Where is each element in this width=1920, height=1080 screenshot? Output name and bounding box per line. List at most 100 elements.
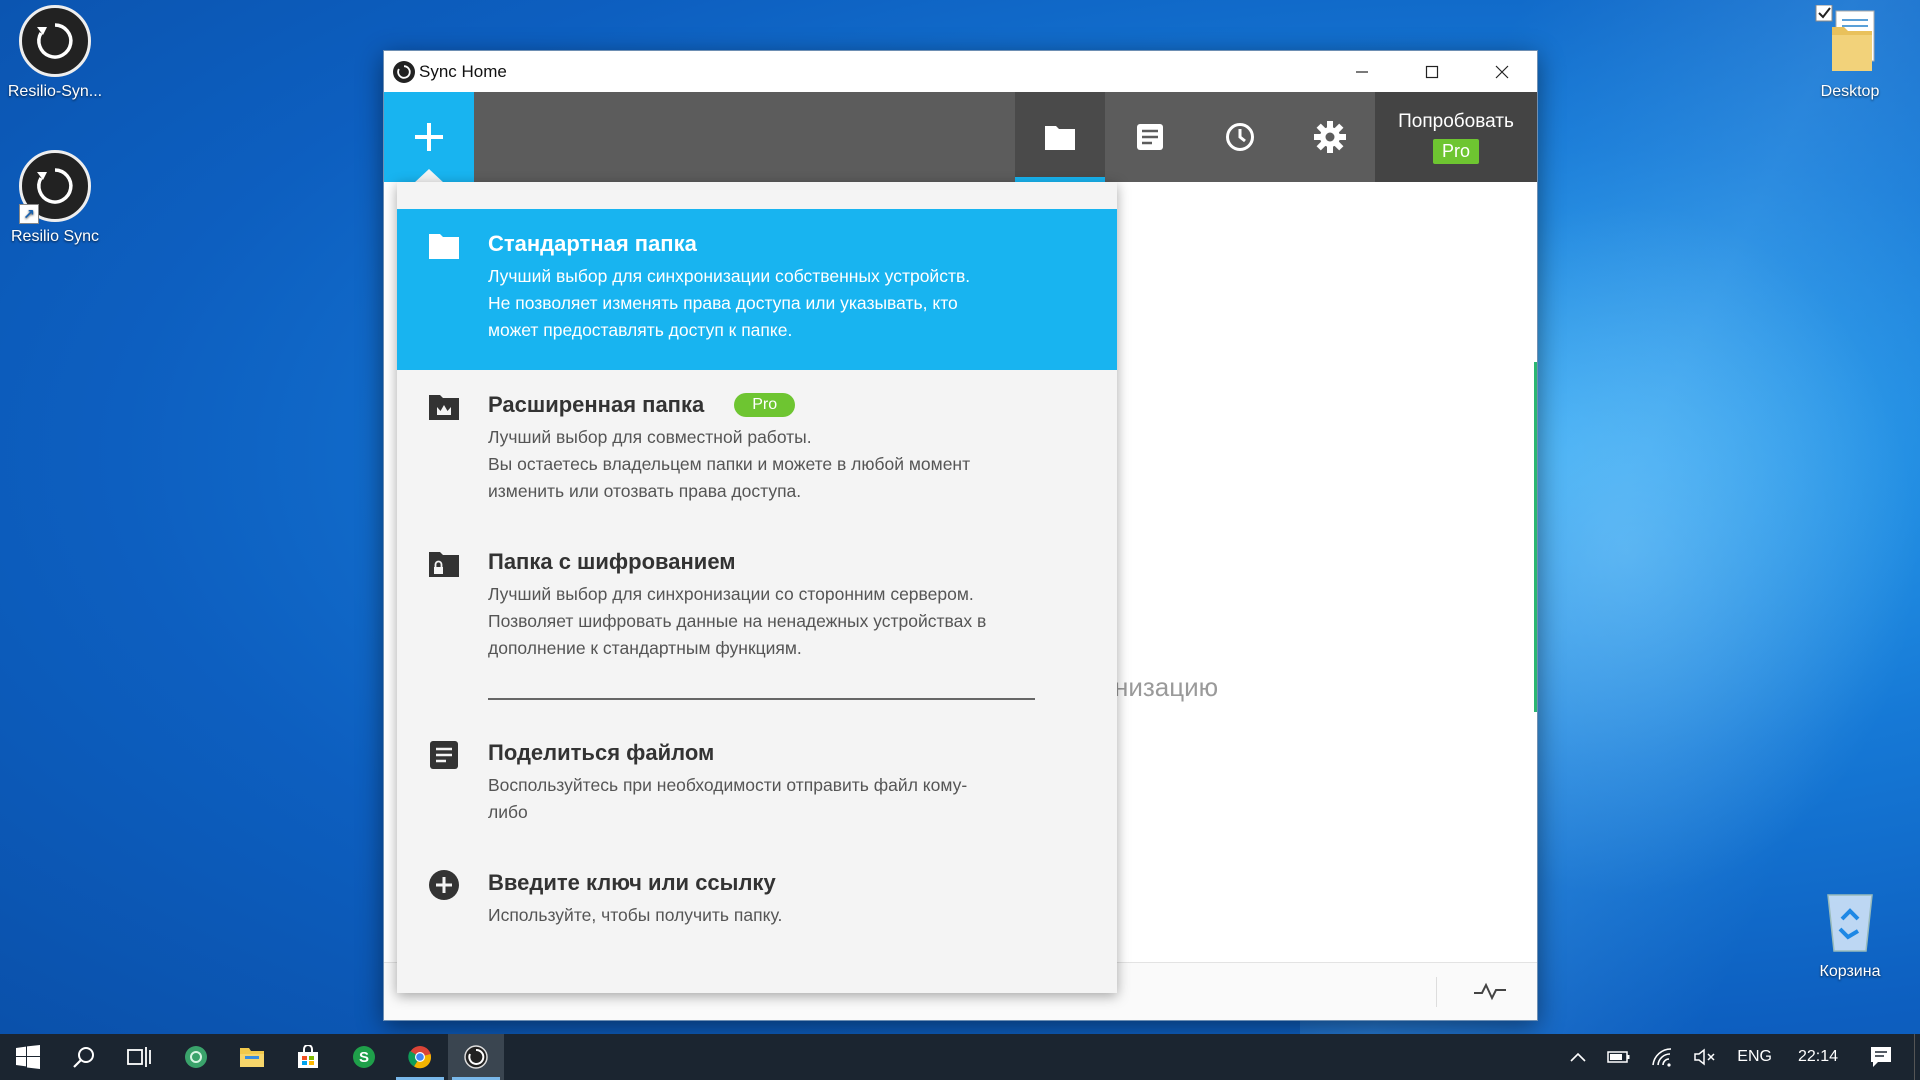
search-button[interactable] (56, 1034, 112, 1080)
green-s-icon: S (353, 1046, 375, 1068)
taskbar-app-resilio-sync[interactable] (448, 1034, 504, 1080)
menu-item-title: Папка с шифрованием (488, 549, 736, 574)
menu-item-standard-folder[interactable]: Стандартная папка Лучший выбор для синхр… (397, 209, 1117, 370)
maximize-button[interactable] (1397, 51, 1467, 92)
pro-badge: Pro (734, 393, 796, 417)
desktop-icon-resilio-shortcut-2[interactable]: ↗ Resilio Sync (0, 150, 110, 246)
start-button[interactable] (0, 1034, 56, 1080)
scrollbar[interactable] (1534, 362, 1537, 712)
chrome-icon (408, 1046, 432, 1069)
action-center-button[interactable] (1854, 1034, 1908, 1080)
plus-icon (415, 123, 443, 151)
store-icon (298, 1045, 318, 1068)
try-pro-button[interactable]: Попробовать Pro (1375, 92, 1537, 182)
menu-item-desc-line: дополнение к стандартным функциям. (488, 638, 802, 658)
taskbar-app-chrome[interactable] (392, 1034, 448, 1080)
menu-item-desc-line: Вы остаетесь владельцем папки и можете в… (488, 454, 971, 474)
resilio-sync-icon (464, 1045, 488, 1069)
taskbar: S ENG 22:14 (0, 1034, 1920, 1080)
folder-icon (1814, 4, 1886, 77)
resilio-sync-icon (19, 5, 91, 77)
maximize-icon (1425, 65, 1439, 78)
resilio-sync-icon: ↗ (19, 150, 91, 224)
desktop-icon-recycle-bin[interactable]: Корзина (1795, 885, 1905, 981)
menu-item-title: Расширенная папка (488, 392, 705, 417)
menu-item-advanced-folder[interactable]: Расширенная папка Pro Лучший выбор для с… (397, 370, 1117, 527)
menu-item-desc-line: Не позволяет изменять права доступа или … (488, 293, 958, 313)
activity-button[interactable] (1473, 981, 1507, 1006)
desktop-icon-desktop-folder[interactable]: Desktop (1795, 4, 1905, 101)
minimize-icon (1356, 70, 1368, 73)
desktop-icon-label: Корзина (1819, 963, 1881, 980)
tab-folders[interactable] (1015, 92, 1105, 182)
notification-icon (1871, 1047, 1891, 1067)
close-icon (1495, 65, 1509, 78)
file-icon (427, 738, 461, 772)
menu-item-desc-line: Воспользуйтесь при необходимости отправи… (488, 775, 968, 795)
plus-circle-icon (427, 868, 461, 902)
desktop-icon-label: Desktop (1820, 83, 1880, 100)
add-button[interactable] (384, 92, 474, 183)
crown-folder-icon (427, 390, 461, 424)
close-button[interactable] (1467, 51, 1537, 92)
add-folder-menu: Стандартная папка Лучший выбор для синхр… (397, 182, 1117, 993)
volume-button[interactable] (1683, 1034, 1727, 1080)
file-explorer-icon (240, 1048, 264, 1067)
svg-text:S: S (359, 1049, 369, 1066)
tab-settings[interactable] (1285, 92, 1375, 182)
clock-icon (1226, 123, 1254, 151)
minimize-button[interactable] (1327, 51, 1397, 92)
taskbar-app-file-explorer[interactable] (224, 1034, 280, 1080)
desktop-icon-resilio-shortcut-1[interactable]: Resilio-Syn... (0, 5, 110, 101)
battery-icon (1607, 1051, 1630, 1063)
task-view-button[interactable] (112, 1034, 168, 1080)
try-pro-label: Попробовать (1398, 110, 1514, 132)
chevron-up-icon (1570, 1052, 1586, 1062)
menu-item-desc-line: может предоставлять доступ к папке. (488, 320, 793, 340)
background-hint-text: низацию (1114, 672, 1219, 702)
pro-badge: Pro (1432, 138, 1479, 164)
taskbar-app-s[interactable]: S (336, 1034, 392, 1080)
tab-history[interactable] (1195, 92, 1285, 182)
network-button[interactable] (1641, 1034, 1683, 1080)
volume-muted-icon (1694, 1048, 1715, 1066)
menu-item-desc-line: либо (488, 802, 528, 822)
menu-item-desc-line: Лучший выбор для синхронизации собственн… (488, 266, 971, 286)
menu-item-desc-line: Используйте, чтобы получить папку. (488, 905, 783, 925)
menu-item-desc-line: Лучший выбор для совместной работы. (488, 427, 812, 447)
recycle-bin-icon (1814, 885, 1886, 957)
desktop-icon-label: Resilio-Syn... (7, 83, 103, 100)
gear-icon (1314, 121, 1346, 153)
language-indicator[interactable]: ENG (1727, 1034, 1782, 1080)
battery-button[interactable] (1597, 1034, 1641, 1080)
window-title: Sync Home (419, 61, 507, 81)
wifi-icon (1652, 1048, 1672, 1067)
menu-item-desc-line: Позволяет шифровать данные на ненадежных… (488, 611, 987, 631)
menu-item-title: Поделиться файлом (488, 740, 715, 765)
menu-divider (488, 698, 1035, 700)
windows-icon (16, 1045, 40, 1069)
menu-item-title: Введите ключ или ссылку (488, 870, 776, 895)
desktop-icon-label: Resilio Sync (10, 228, 100, 245)
folder-icon (1045, 126, 1075, 150)
show-hidden-icons-button[interactable] (1559, 1034, 1597, 1080)
search-icon (73, 1047, 94, 1068)
shortcut-arrow-icon: ↗ (19, 204, 39, 224)
menu-item-enter-key[interactable]: Введите ключ или ссылку Используйте, что… (397, 848, 1117, 951)
menu-item-title: Стандартная папка (488, 231, 697, 256)
system-tray: ENG 22:14 (1559, 1034, 1920, 1080)
menu-item-desc-line: Лучший выбор для синхронизации со сторон… (488, 584, 974, 604)
menu-item-share-file[interactable]: Поделиться файлом Воспользуйтесь при нео… (397, 718, 1117, 848)
show-desktop-button[interactable] (1914, 1034, 1920, 1080)
task-view-icon (127, 1047, 151, 1067)
tab-transfers[interactable] (1105, 92, 1195, 182)
menu-item-desc-line: изменить или отозвать права доступа. (488, 481, 802, 501)
document-icon (1137, 124, 1163, 150)
clock[interactable]: 22:14 (1782, 1034, 1854, 1080)
menu-item-encrypted-folder[interactable]: Папка с шифрованием Лучший выбор для син… (397, 527, 1117, 684)
taskbar-app-store[interactable] (280, 1034, 336, 1080)
taskbar-app-browser-green[interactable] (168, 1034, 224, 1080)
window-titlebar[interactable]: Sync Home (384, 51, 1537, 92)
clock-time: 22:14 (1797, 1048, 1838, 1065)
language-label: ENG (1737, 1048, 1772, 1065)
